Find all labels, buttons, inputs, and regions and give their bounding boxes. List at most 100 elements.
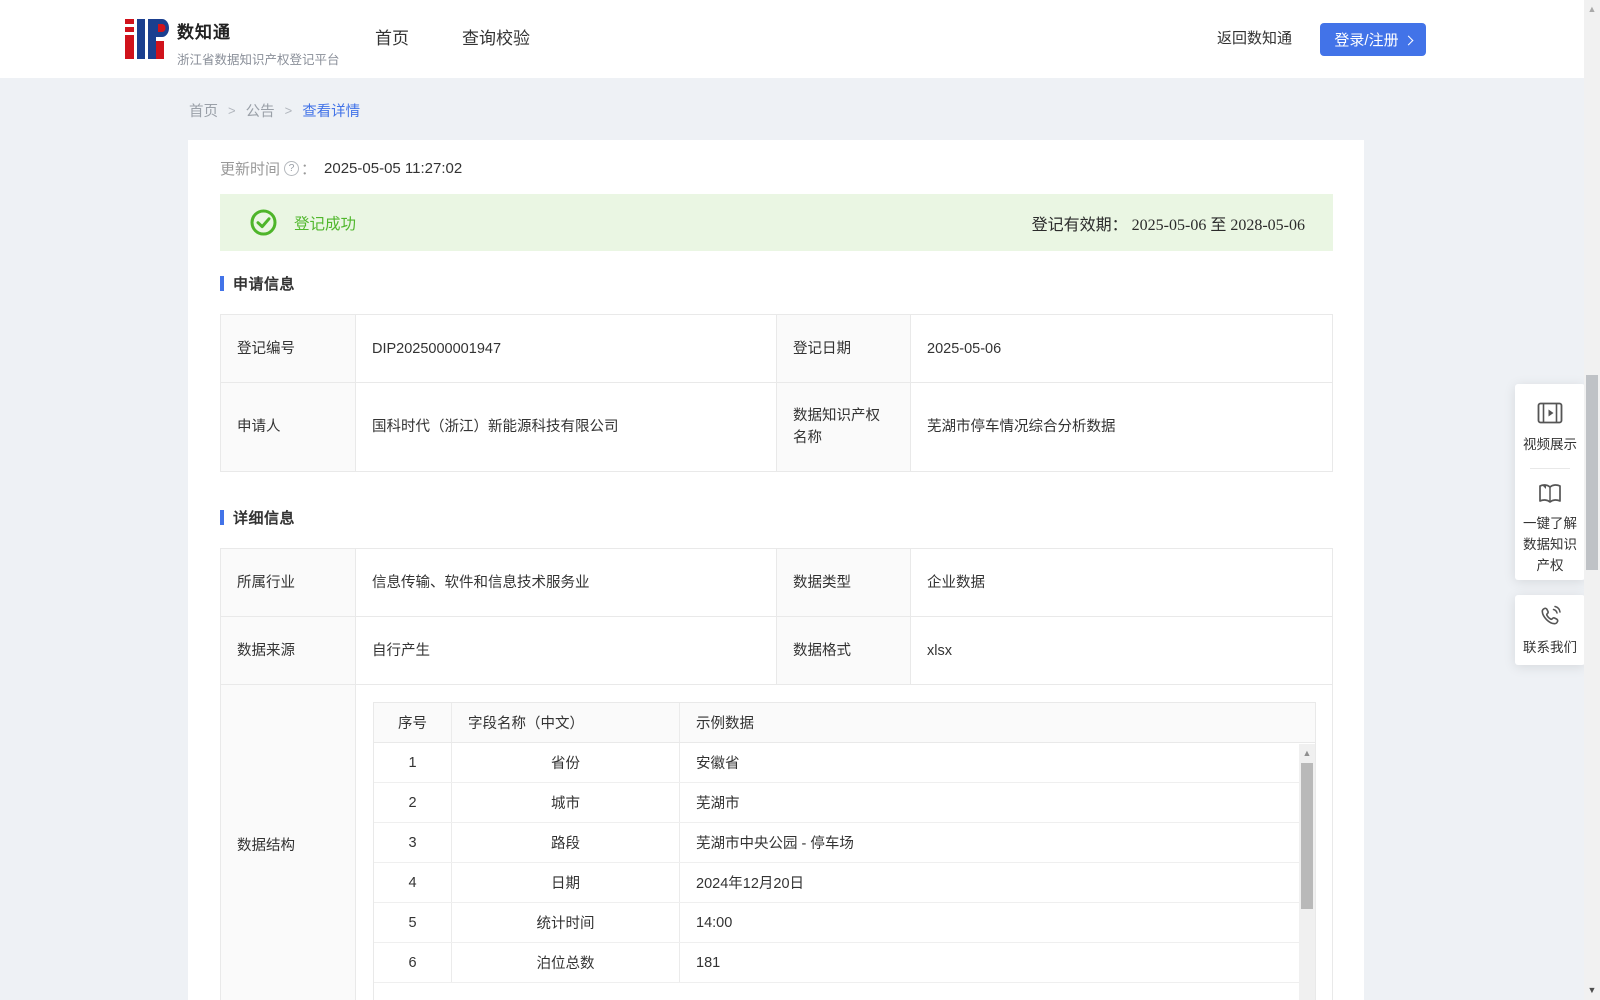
cell-index: 6 [374,943,452,982]
update-time-colon: ： [301,160,317,178]
section-detail-title: 详细信息 [233,510,296,527]
col-header-field-name: 字段名称（中文） [452,703,680,742]
cell-field-name: 路段 [452,823,680,862]
structure-table-header: 序号 字段名称（中文） 示例数据 [374,703,1315,743]
reg-no-label: 登记编号 [221,315,356,382]
breadcrumb-separator-icon: > [228,103,236,118]
col-header-index: 序号 [374,703,452,742]
dip-name-label: 数据知识产权名称 [777,383,911,471]
cell-sample-data: 芜湖市中央公园 - 停车场 [696,836,854,852]
guide-label-line2: 数据知识 [1523,537,1577,552]
breadcrumb-home[interactable]: 首页 [189,100,218,121]
table-row: 5 统计时间 14:00 [374,903,1315,943]
scroll-up-icon[interactable]: ▲ [1584,2,1600,16]
update-time-label: 更新时间 [220,160,281,178]
nav-item-home[interactable]: 首页 [375,0,409,78]
phone-icon [1541,605,1561,624]
data-source-label: 数据来源 [221,617,356,684]
guide-label-line1: 一键了解 [1523,516,1577,531]
brand-logo-icon [125,15,169,63]
scroll-up-icon[interactable]: ▲ [1299,746,1315,760]
dip-name-value: 芜湖市停车情况综合分析数据 [911,383,1332,471]
status-text: 登记成功 [294,215,357,233]
data-type-label: 数据类型 [777,549,911,616]
section-apply-title: 申请信息 [233,276,296,293]
brand-name: 数知通 [177,23,231,42]
breadcrumb-notice[interactable]: 公告 [246,100,275,121]
cell-index: 4 [374,863,452,902]
success-check-icon [250,209,277,236]
breadcrumb-separator-icon: > [284,103,293,118]
nav-item-query-verify[interactable]: 查询校验 [462,0,530,78]
data-format-label: 数据格式 [777,617,911,684]
table-row: 6 泊位总数 181 [374,943,1315,983]
data-structure-content: 序号 字段名称（中文） 示例数据 1 省份 安徽省 2 城市 芜湖市 3 路段 … [356,685,1332,1000]
cell-field-name: 城市 [452,783,680,822]
scroll-down-icon[interactable]: ▼ [1584,983,1600,997]
cell-sample-data: 181 [696,954,721,971]
video-label: 视频展示 [1523,437,1577,452]
cell-sample-data: 14:00 [696,914,733,931]
table-row: 3 路段 芜湖市中央公园 - 停车场 [374,823,1315,863]
table-row: 所属行业 信息传输、软件和信息技术服务业 数据类型 企业数据 [221,549,1332,617]
section-apply-info: 申请信息 [220,275,1333,293]
applicant-label: 申请人 [221,383,356,471]
structure-table-scrollbar[interactable]: ▲ [1299,744,1315,1000]
data-source-value: 自行产生 [356,617,777,684]
table-row: 1 省份 安徽省 [374,743,1315,783]
brand-subtitle: 浙江省数据知识产权登记平台 [177,53,340,67]
apply-info-table: 登记编号 DIP2025000001947 登记日期 2025-05-06 申请… [220,314,1333,472]
reg-no-value: DIP2025000001947 [356,315,777,382]
cell-sample-data: 安徽省 [696,756,740,772]
section-bar-icon [220,510,224,525]
detail-card: 更新时间 ? ： 2025-05-05 11:27:02 登记成功 登记有效期：… [188,140,1364,1000]
breadcrumb-current: 查看详情 [302,104,361,120]
login-register-button[interactable]: 登录/注册 [1320,23,1426,56]
table-row: 登记编号 DIP2025000001947 登记日期 2025-05-06 [221,315,1332,383]
industry-label: 所属行业 [221,549,356,616]
guide-label: 一键了解 数据知识 产权 [1520,513,1580,576]
table-row-data-structure: 数据结构 序号 字段名称（中文） 示例数据 1 省份 安徽省 2 城市 芜湖市 … [221,685,1332,1000]
page-scrollbar[interactable]: ▲ ▼ [1584,0,1600,1000]
reg-date-value: 2025-05-06 [911,315,1332,382]
applicant-value: 国科时代（浙江）新能源科技有限公司 [356,383,777,471]
structure-fields-table: 序号 字段名称（中文） 示例数据 1 省份 安徽省 2 城市 芜湖市 3 路段 … [373,702,1316,1000]
guide-label-line3: 产权 [1536,558,1564,573]
section-bar-icon [220,276,224,291]
video-icon [1537,402,1563,424]
status-indicator: 登记成功 [250,209,356,236]
industry-value: 信息传输、软件和信息技术服务业 [356,549,777,616]
section-detail-info: 详细信息 [220,509,1333,527]
data-format-value: xlsx [911,617,1332,684]
brand-text: 数知通 浙江省数据知识产权登记平台 [177,18,340,68]
cell-sample-data: 2024年12月20日 [696,876,805,892]
update-time-value: 2025-05-05 11:27:02 [324,159,463,177]
cell-index: 5 [374,903,452,942]
structure-table-body: 1 省份 安徽省 2 城市 芜湖市 3 路段 芜湖市中央公园 - 停车场 4 日… [374,743,1315,1000]
update-time-row: 更新时间 ? ： 2025-05-05 11:27:02 [220,158,1333,178]
app-header: 数知通 浙江省数据知识产权登记平台 首页 查询校验 返回数知通 登录/注册 [0,0,1600,78]
back-to-shuzhitong-link[interactable]: 返回数知通 [1217,0,1292,78]
col-header-sample-data: 示例数据 [696,716,754,732]
cell-field-name: 泊位总数 [452,943,680,982]
table-row: 4 日期 2024年12月20日 [374,863,1315,903]
cell-sample-data: 芜湖市 [696,796,740,812]
divider [1530,468,1570,469]
page-scrollbar-thumb[interactable] [1586,375,1598,570]
validity-period: 登记有效期： 2025-05-06 至 2028-05-06 [1032,211,1305,235]
structure-scrollbar-thumb[interactable] [1301,763,1313,909]
validity-value: 2025-05-06 至 2028-05-06 [1131,216,1305,234]
cell-index: 3 [374,823,452,862]
registration-status-banner: 登记成功 登记有效期： 2025-05-06 至 2028-05-06 [220,194,1333,251]
help-icon[interactable]: ? [284,160,300,176]
table-row: 数据来源 自行产生 数据格式 xlsx [221,617,1332,685]
cell-index: 1 [374,743,452,782]
table-row: 申请人 国科时代（浙江）新能源科技有限公司 数据知识产权名称 芜湖市停车情况综合… [221,383,1332,471]
side-panel-contact[interactable]: 联系我们 [1515,595,1585,665]
table-row: 2 城市 芜湖市 [374,783,1315,823]
side-panel-video-guide[interactable]: 视频展示 一键了解 数据知识 产权 [1515,384,1585,580]
cell-field-name: 省份 [452,743,680,782]
detail-info-table: 所属行业 信息传输、软件和信息技术服务业 数据类型 企业数据 数据来源 自行产生… [220,548,1333,1000]
chevron-right-icon [1403,35,1414,45]
validity-label: 登记有效期： [1031,216,1128,234]
